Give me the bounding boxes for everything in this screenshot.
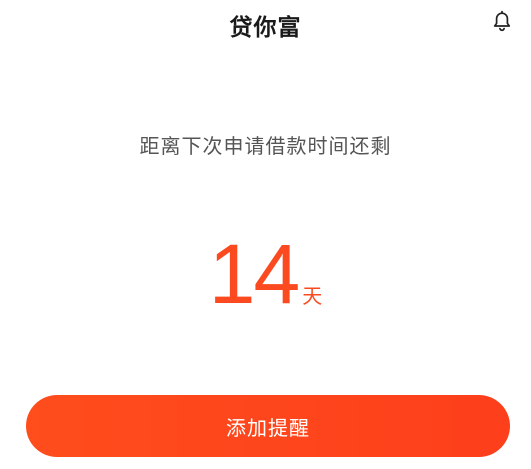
page-title: 贷你富 <box>229 15 302 41</box>
countdown-days-number: 14 <box>208 227 300 321</box>
header-bar: 贷你富 <box>0 0 531 48</box>
countdown-caption: 距离下次申请借款时间还剩 <box>139 134 392 158</box>
bell-icon[interactable] <box>490 10 514 34</box>
countdown-display: 14 天 <box>0 232 531 332</box>
add-reminder-button[interactable]: 添加提醒 <box>26 395 510 457</box>
countdown-unit-label: 天 <box>302 284 323 308</box>
